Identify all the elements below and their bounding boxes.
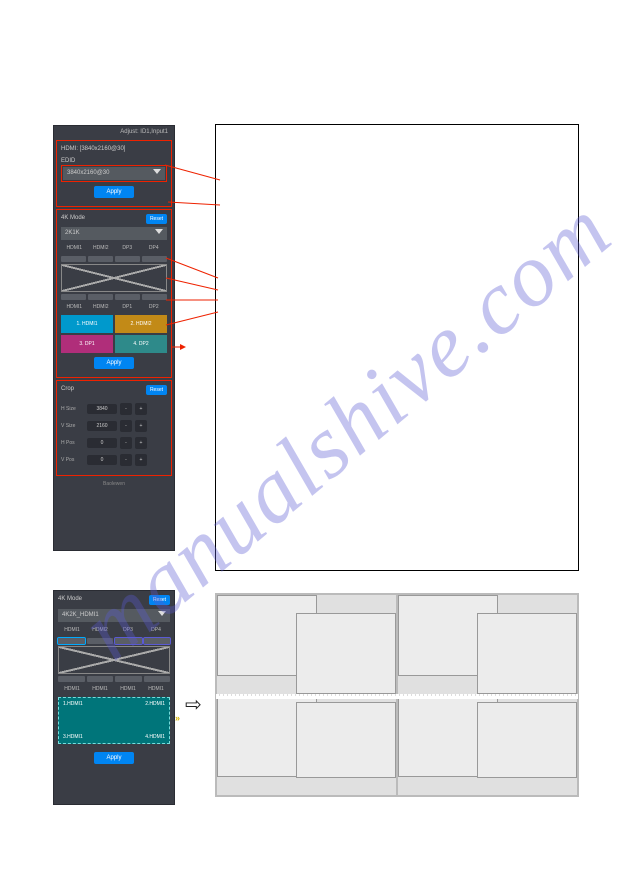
crop-value[interactable]: 0 <box>87 438 117 448</box>
diagram-q2 <box>397 594 578 695</box>
crop-value[interactable]: 2160 <box>87 421 117 431</box>
ports-top: HDMI1 HDMI2 DP3 DP4 <box>58 625 170 636</box>
plus-button[interactable]: + <box>135 437 147 449</box>
description-box <box>215 124 579 571</box>
crop-section: Crop Reset H Size 3840 - + V Size 2160 -… <box>56 380 172 476</box>
cross-routing <box>58 646 170 674</box>
source-dp1-button[interactable]: 3. DP1 <box>61 335 113 353</box>
q1: 1.HDMI1 <box>63 701 83 707</box>
chevron-down-icon <box>155 229 163 234</box>
port-label: DP3 <box>114 625 142 636</box>
edid-label: EDID <box>61 157 167 165</box>
diagram-q3 <box>216 695 397 796</box>
crop-vpos-row: V Pos 0 - + <box>61 454 167 466</box>
diagram-q1 <box>216 594 397 695</box>
chevron-down-icon <box>153 169 161 174</box>
mode-panel-b: 4K Mode Reset 4K2K_HDMI1 HDMI1 HDMI2 DP3… <box>53 590 175 805</box>
tear-line <box>216 695 578 699</box>
chevron-down-icon <box>158 611 166 616</box>
edid-value: 3840x2160@30 <box>67 170 109 176</box>
source-grid: 1. HDMI1 2. HDMI2 3. DP1 4. DP2 <box>61 315 167 353</box>
crop-value[interactable]: 3840 <box>87 404 117 414</box>
adjust-panel: Adjust: ID1,Input1 HDMI: [3840x2160@30] … <box>53 125 175 551</box>
plus-button[interactable]: + <box>135 454 147 466</box>
source-hdmi2-button[interactable]: 2. HDMI2 <box>115 315 167 333</box>
apply-button[interactable]: Apply <box>94 186 134 198</box>
connectors-bot <box>58 676 170 682</box>
crop-label: H Pos <box>61 440 87 446</box>
port-label: DP2 <box>141 302 168 313</box>
diagram-q4 <box>397 695 578 796</box>
edid-dropdown[interactable]: 3840x2160@30 <box>63 167 165 180</box>
connectors-bot <box>61 294 167 300</box>
cross-routing <box>61 264 167 292</box>
mode-section: 4K Mode Reset 2K1K HDMI1 HDMI2 DP3 DP4 H… <box>56 209 172 378</box>
minus-button[interactable]: - <box>120 437 132 449</box>
tiling-diagram <box>215 593 579 797</box>
reset-button[interactable]: Reset <box>146 214 167 224</box>
q2: 2.HDMI1 <box>145 701 165 707</box>
ports-bottom: HDMI1 HDMI1 HDMI1 HDMI1 <box>58 684 170 695</box>
crop-hsize-row: H Size 3840 - + <box>61 403 167 415</box>
port-label: HDMI2 <box>86 625 114 636</box>
minus-button[interactable]: - <box>120 420 132 432</box>
chevron-right-icon: » <box>175 713 180 723</box>
connectors-top <box>58 638 170 644</box>
crop-label: H Size <box>61 406 87 412</box>
port-label: DP4 <box>141 243 168 254</box>
minus-button[interactable]: - <box>120 454 132 466</box>
crop-label: V Size <box>61 423 87 429</box>
hdmi-info: HDMI: [3840x2160@30] <box>61 145 167 153</box>
edid-select-outline: 3840x2160@30 <box>61 165 167 182</box>
connectors-top <box>61 256 167 262</box>
plus-button[interactable]: + <box>135 420 147 432</box>
source-dp2-button[interactable]: 4. DP2 <box>115 335 167 353</box>
reset-button[interactable]: Reset <box>146 385 167 395</box>
minus-button[interactable]: - <box>120 403 132 415</box>
source-grid: 1.HDMI1 2.HDMI1 3.HDMI1 4.HDMI1 <box>58 697 170 744</box>
plus-button[interactable]: + <box>135 403 147 415</box>
port-label: HDMI2 <box>88 302 115 313</box>
port-label: HDMI1 <box>58 625 86 636</box>
mode-value: 4K2K_HDMI1 <box>62 612 99 618</box>
port-label: DP4 <box>142 625 170 636</box>
mode-title: 4K Mode <box>58 595 82 603</box>
port-label: HDMI1 <box>58 684 86 695</box>
arrow-right-icon: ⇨ <box>185 692 202 717</box>
mode-value: 2K1K <box>65 230 80 236</box>
source-hdmi1-button[interactable]: 1. HDMI1 <box>61 315 113 333</box>
mode-dropdown[interactable]: 2K1K <box>61 227 167 240</box>
port-label: HDMI1 <box>114 684 142 695</box>
port-label: DP3 <box>114 243 141 254</box>
q3: 3.HDMI1 <box>63 734 83 740</box>
port-label: HDMI1 <box>61 243 88 254</box>
port-label: HDMI2 <box>88 243 115 254</box>
crop-label: V Pos <box>61 457 87 463</box>
port-label: HDMI1 <box>86 684 114 695</box>
q4: 4.HDMI1 <box>145 734 165 740</box>
mode-title: 4K Mode <box>61 214 85 222</box>
ports-bottom: HDMI1 HDMI2 DP1 DP2 <box>61 302 167 313</box>
panel-header: Adjust: ID1,Input1 <box>54 126 174 138</box>
hdmi-section: HDMI: [3840x2160@30] EDID 3840x2160@30 A… <box>56 140 172 207</box>
crop-vsize-row: V Size 2160 - + <box>61 420 167 432</box>
source-combined-button[interactable]: 1.HDMI1 2.HDMI1 3.HDMI1 4.HDMI1 <box>58 697 170 744</box>
ports-top: HDMI1 HDMI2 DP3 DP4 <box>61 243 167 254</box>
crop-title: Crop <box>61 385 74 393</box>
port-label: HDMI1 <box>142 684 170 695</box>
crop-value[interactable]: 0 <box>87 455 117 465</box>
panel-footer: Baolewen <box>54 478 174 490</box>
mode-dropdown[interactable]: 4K2K_HDMI1 <box>58 609 170 622</box>
port-label: HDMI1 <box>61 302 88 313</box>
apply-button[interactable]: Apply <box>94 357 134 369</box>
apply-button[interactable]: Apply <box>94 752 134 764</box>
port-label: DP1 <box>114 302 141 313</box>
reset-button[interactable]: Reset <box>149 595 170 605</box>
crop-hpos-row: H Pos 0 - + <box>61 437 167 449</box>
